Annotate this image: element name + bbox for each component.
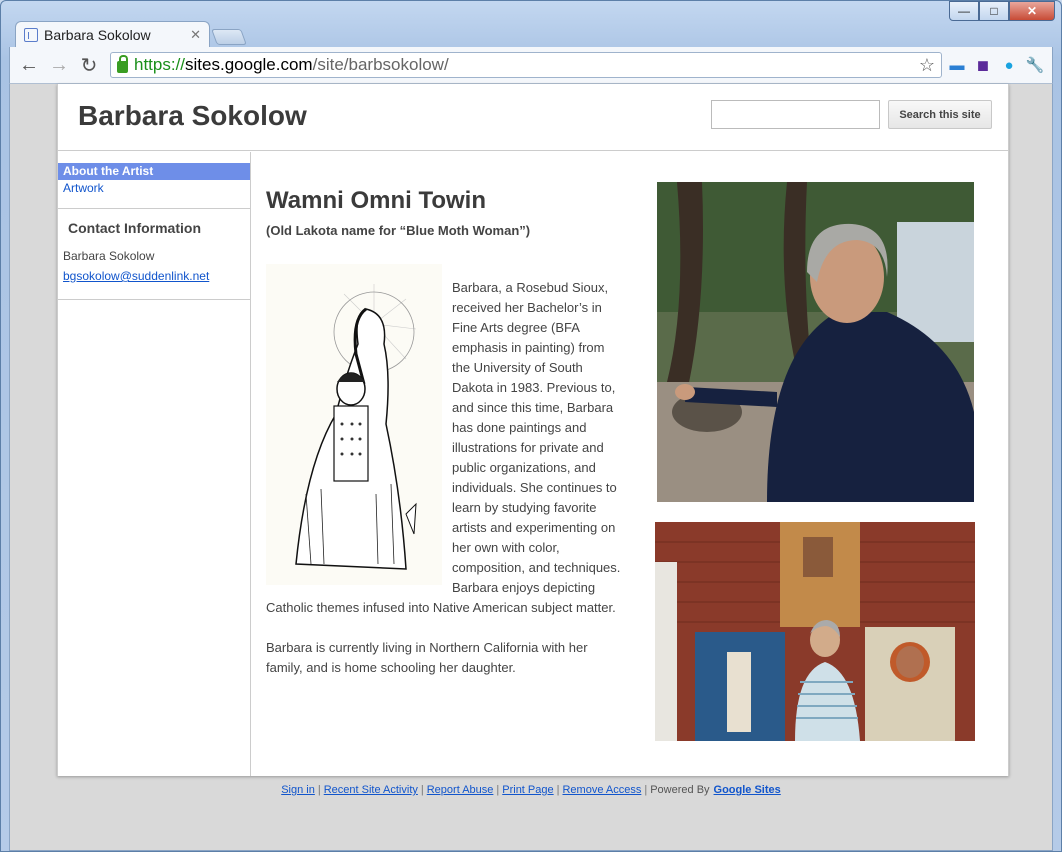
site-title[interactable]: Barbara Sokolow [78, 100, 307, 132]
remove-access-link[interactable]: Remove Access [562, 784, 641, 796]
wrench-icon[interactable]: 🔧 [1024, 54, 1046, 76]
skype-icon[interactable]: ● [998, 54, 1020, 76]
tab-close-icon[interactable]: ✕ [190, 27, 201, 43]
site-header: Barbara Sokolow Search this site [58, 84, 1008, 151]
page-heading: Wamni Omni Towin [266, 187, 486, 214]
bio-paragraph: Barbara is currently living in Northern … [266, 640, 588, 675]
page-subheading: (Old Lakota name for “Blue Moth Woman”) [266, 223, 531, 238]
footer-separator: | [317, 784, 321, 796]
url-scheme: https:// [134, 55, 186, 74]
bio-image-spacer [266, 278, 452, 588]
site-page: Barbara Sokolow Search this site About t… [57, 84, 1009, 776]
report-abuse-link[interactable]: Report Abuse [427, 784, 494, 796]
address-bar[interactable]: https://sites.google.com/site/barbsokolo… [110, 52, 942, 78]
bookmark-star-icon[interactable]: ☆ [919, 55, 935, 76]
tab-strip: Barbara Sokolow ✕ [15, 21, 247, 47]
print-page-link[interactable]: Print Page [502, 784, 553, 796]
new-tab-button[interactable] [211, 29, 247, 45]
footer-separator: | [420, 784, 424, 796]
search-site-button[interactable]: Search this site [888, 100, 992, 129]
url-path: /site/barbsokolow/ [312, 55, 449, 74]
back-arrow-icon[interactable]: ← [16, 52, 42, 78]
artist-bio: Barbara, a Rosebud Sioux, received her B… [266, 278, 626, 678]
footer-separator: | [496, 784, 500, 796]
minimize-button[interactable]: — [949, 1, 979, 21]
artist-portrait-photo [657, 182, 974, 502]
window-controls: — □ ✕ [949, 1, 1055, 21]
google-sites-link[interactable]: Google Sites [714, 784, 781, 796]
browser-tab[interactable]: Barbara Sokolow ✕ [15, 21, 210, 47]
browser-toolbar: ← → ↻ https://sites.google.com/site/barb… [9, 47, 1053, 83]
sidebar-nav: About the Artist Artwork [58, 163, 250, 197]
footer-separator: | [644, 784, 648, 796]
site-footer: Sign in | Recent Site Activity | Report Abus… [10, 784, 1052, 796]
lock-icon [117, 55, 128, 73]
page-viewport: Barbara Sokolow Search this site About t… [9, 83, 1053, 851]
browser-window: — □ ✕ Barbara Sokolow ✕ ← → ↻ https://si… [0, 0, 1062, 852]
url-host: sites.google.com [185, 55, 313, 74]
sidebar-divider [58, 299, 250, 300]
forward-arrow-icon[interactable]: → [46, 52, 72, 78]
contact-name: Barbara Sokolow [63, 249, 155, 263]
site-search-input[interactable] [711, 100, 880, 129]
sign-in-link[interactable]: Sign in [281, 784, 315, 796]
footer-separator: | [556, 784, 560, 796]
contact-title: Contact Information [68, 220, 201, 236]
maximize-button[interactable]: □ [979, 1, 1009, 21]
powered-by-label: Powered By [650, 784, 710, 796]
tab-title: Barbara Sokolow [44, 26, 151, 43]
artist-with-paintings-photo [655, 522, 975, 741]
close-window-button[interactable]: ✕ [1009, 1, 1055, 21]
sidebar-item-about-the-artist[interactable]: About the Artist [58, 163, 250, 180]
reload-icon[interactable]: ↻ [76, 52, 102, 78]
url-text[interactable]: https://sites.google.com/site/barbsokolo… [134, 55, 913, 75]
contact-email-link[interactable]: bgsokolow@suddenlink.net [63, 269, 250, 283]
sidebar: About the Artist Artwork Contact Informa… [58, 152, 251, 776]
sidebar-divider [58, 208, 250, 209]
extension-purple-icon[interactable]: ◼ [972, 54, 994, 76]
google-sites-favicon-icon [24, 27, 38, 42]
extension-blue-icon[interactable]: ▬ [946, 54, 968, 76]
main-content: Wamni Omni Towin (Old Lakota name for “B… [266, 152, 996, 772]
sidebar-item-artwork[interactable]: Artwork [58, 180, 250, 197]
recent-site-activity-link[interactable]: Recent Site Activity [324, 784, 418, 796]
